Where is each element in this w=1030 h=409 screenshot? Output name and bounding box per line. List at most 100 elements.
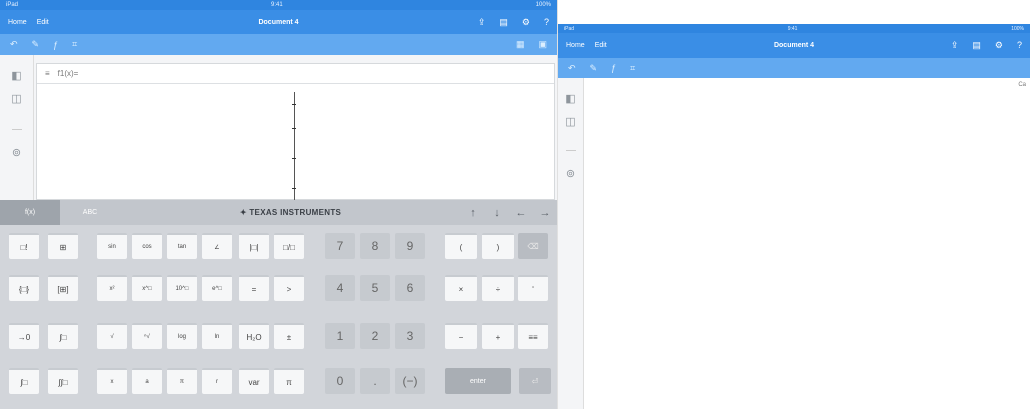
undo-icon[interactable]: ↶: [568, 63, 576, 74]
arrow-up-icon[interactable]: ↑: [461, 207, 485, 219]
undo-icon[interactable]: ↶: [10, 39, 18, 50]
share-icon[interactable]: ⇪: [951, 40, 959, 51]
y-tick: [292, 188, 296, 189]
settings-icon[interactable]: ⚙: [995, 40, 1003, 51]
factorial-key[interactable]: □!: [9, 233, 39, 259]
prime-key[interactable]: ʹ: [518, 275, 548, 301]
status-bar: iPad 9:41 100%: [558, 24, 1030, 33]
alpha-key[interactable]: a: [132, 368, 162, 394]
functions-icon[interactable]: ƒ: [53, 40, 58, 50]
help-icon[interactable]: ?: [1017, 40, 1022, 51]
plus-key[interactable]: +: [482, 323, 514, 349]
arrow-left-icon[interactable]: ←: [509, 207, 533, 219]
digit-6-key[interactable]: 6: [395, 275, 425, 301]
sin-key[interactable]: sin: [97, 233, 127, 259]
variables-icon[interactable]: ⊚: [12, 146, 21, 159]
digit-8-key[interactable]: 8: [360, 233, 390, 259]
x-key[interactable]: x: [97, 368, 127, 394]
angle-key[interactable]: ∠: [202, 233, 232, 259]
matrix-bracket-key[interactable]: [⊞]: [48, 275, 78, 301]
settings-icon[interactable]: ⚙: [522, 17, 530, 28]
power-key[interactable]: x^□: [132, 275, 162, 301]
wrench-icon[interactable]: ✎: [590, 63, 598, 74]
log-key[interactable]: log: [167, 323, 197, 349]
pi-var-key[interactable]: π: [167, 368, 197, 394]
graph-icon[interactable]: ⌗: [630, 63, 635, 74]
r-key[interactable]: r: [202, 368, 232, 394]
arrow-down-icon[interactable]: ↓: [485, 207, 509, 219]
help-icon[interactable]: ?: [544, 17, 549, 28]
battery: 100%: [1011, 25, 1024, 32]
double-integral-key[interactable]: ∫∫□: [48, 368, 78, 394]
home-button[interactable]: Home: [8, 19, 27, 26]
integral-key[interactable]: ∫□: [48, 323, 78, 349]
function-label[interactable]: f1(x)=: [58, 69, 79, 78]
document-canvas[interactable]: [584, 78, 1030, 409]
edit-button[interactable]: Edit: [595, 42, 607, 49]
plus-minus-key[interactable]: ±: [274, 323, 304, 349]
digit-9-key[interactable]: 9: [395, 233, 425, 259]
menu-icon[interactable]: ≡: [45, 69, 50, 78]
enter-key[interactable]: enter: [445, 368, 511, 394]
abs-key[interactable]: |□|: [239, 233, 269, 259]
arrow-right-icon[interactable]: →: [533, 207, 557, 219]
wrench-icon[interactable]: ✎: [32, 39, 40, 50]
page-sorter-icon[interactable]: ◧: [565, 92, 575, 105]
digit-7-key[interactable]: 7: [325, 233, 355, 259]
close-paren-key[interactable]: ): [482, 233, 514, 259]
pi-key[interactable]: π: [274, 368, 304, 394]
tan-key[interactable]: tan: [167, 233, 197, 259]
decimal-key[interactable]: .: [360, 368, 390, 394]
docs-icon[interactable]: ▤: [972, 40, 981, 51]
functions-icon[interactable]: ƒ: [611, 63, 616, 73]
nth-root-key[interactable]: ⁿ√: [132, 323, 162, 349]
square-key[interactable]: x²: [97, 275, 127, 301]
greater-key[interactable]: >: [274, 275, 304, 301]
ten-power-key[interactable]: 10^□: [167, 275, 197, 301]
function-entry-bar[interactable]: ≡ f1(x)=: [37, 64, 554, 84]
limit-key[interactable]: →0: [9, 323, 39, 349]
multiply-key[interactable]: ×: [445, 275, 477, 301]
digit-3-key[interactable]: 3: [395, 323, 425, 349]
fraction-key[interactable]: □/□: [274, 233, 304, 259]
page-icon[interactable]: ▣: [538, 39, 547, 50]
minus-key[interactable]: −: [445, 323, 477, 349]
digit-0-key[interactable]: 0: [325, 368, 355, 394]
edit-button[interactable]: Edit: [37, 19, 49, 26]
docs-icon[interactable]: ▤: [499, 17, 508, 28]
variables-icon[interactable]: ⊚: [566, 167, 575, 180]
return-key[interactable]: ⏎: [519, 368, 551, 394]
graph-area[interactable]: ≡ f1(x)=: [36, 63, 555, 201]
graph-icon[interactable]: ⌗: [72, 39, 77, 50]
carrier: iPad: [6, 2, 19, 8]
tab-functions[interactable]: f(x): [0, 200, 60, 225]
digit-5-key[interactable]: 5: [360, 275, 390, 301]
set-key[interactable]: {□}: [9, 275, 39, 301]
page-sorter-icon[interactable]: ◧: [11, 69, 21, 82]
home-button[interactable]: Home: [566, 42, 585, 49]
book-icon[interactable]: ◫: [565, 115, 575, 128]
digit-1-key[interactable]: 1: [325, 323, 355, 349]
exp-key[interactable]: e^□: [202, 275, 232, 301]
calc-icon[interactable]: ▦: [516, 39, 525, 50]
open-paren-key[interactable]: (: [445, 233, 477, 259]
equals-key[interactable]: =: [239, 275, 269, 301]
ln-key[interactable]: ln: [202, 323, 232, 349]
negative-key[interactable]: (−): [395, 368, 425, 394]
tab-abc[interactable]: ABC: [60, 209, 120, 216]
matrix-key[interactable]: ⊞: [48, 233, 78, 259]
definite-integral-key[interactable]: ∫□: [9, 368, 39, 394]
divide-key[interactable]: ÷: [482, 275, 514, 301]
keyboard-tabs: f(x) ABC ✦ TEXAS INSTRUMENTS ↑ ↓ ← →: [0, 200, 557, 225]
digit-2-key[interactable]: 2: [360, 323, 390, 349]
cos-key[interactable]: cos: [132, 233, 162, 259]
book-icon[interactable]: ◫: [11, 92, 21, 105]
share-icon[interactable]: ⇪: [478, 17, 486, 28]
templates-key[interactable]: ≡≡: [518, 323, 548, 349]
sqrt-key[interactable]: √: [97, 323, 127, 349]
digit-4-key[interactable]: 4: [325, 275, 355, 301]
chem-key[interactable]: H₂O: [239, 323, 269, 349]
delete-key[interactable]: ⌫: [518, 233, 548, 259]
sidebar: ◧ ◫ ⊚: [0, 55, 34, 200]
var-key[interactable]: var: [239, 368, 269, 394]
